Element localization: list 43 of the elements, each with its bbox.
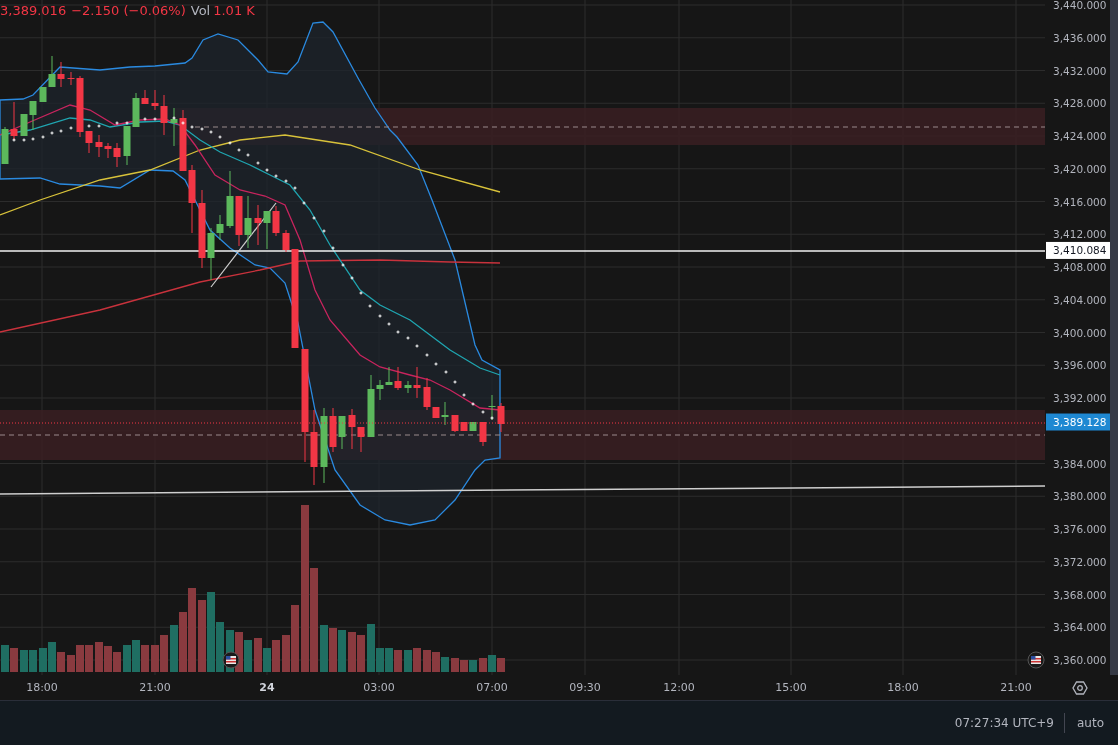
price-label: 3,396.000 xyxy=(1053,359,1107,372)
settings-icon[interactable] xyxy=(1072,679,1088,696)
time-label: 18:00 xyxy=(887,681,919,694)
price-label: 3,400.000 xyxy=(1053,326,1107,339)
time-label: 09:30 xyxy=(569,681,601,694)
price-tag: 3,389.128 xyxy=(1046,413,1110,431)
price-label: 3,416.000 xyxy=(1053,195,1107,208)
price-label: 3,380.000 xyxy=(1053,490,1107,503)
price-label: 3,436.000 xyxy=(1053,31,1107,44)
price-label: 3,364.000 xyxy=(1053,621,1107,634)
price-label: 3,440.000 xyxy=(1053,0,1107,11)
price-label: 3,372.000 xyxy=(1053,555,1107,568)
time-label: 21:00 xyxy=(139,681,171,694)
volume-value: 1.01 K xyxy=(213,3,255,18)
price-label: 3,428.000 xyxy=(1053,97,1107,110)
price-label: 3,412.000 xyxy=(1053,228,1107,241)
time-label: 24 xyxy=(259,681,275,694)
time-label: 07:00 xyxy=(476,681,508,694)
time-label: 15:00 xyxy=(775,681,807,694)
price-label: 3,376.000 xyxy=(1053,523,1107,535)
time-label: 03:00 xyxy=(363,681,395,694)
clock-text: 07:27:34 UTC+9 xyxy=(954,716,1054,730)
time-label: 18:00 xyxy=(26,681,58,694)
flag-icon[interactable] xyxy=(222,651,240,669)
price-label: 3,420.000 xyxy=(1053,162,1107,175)
scrollbar[interactable] xyxy=(1110,0,1118,675)
price-label: 3,392.000 xyxy=(1053,392,1107,404)
price-label: 3,432.000 xyxy=(1053,64,1107,77)
candle xyxy=(479,422,487,446)
flag-icon[interactable] xyxy=(1027,651,1045,669)
price-label: 3,404.000 xyxy=(1053,293,1107,306)
volume-label: Vol xyxy=(190,3,211,18)
price-label: 3,368.000 xyxy=(1053,588,1107,601)
price-label: 3,424.000 xyxy=(1053,130,1107,142)
time-label: 12:00 xyxy=(663,681,695,694)
scale-button[interactable]: auto xyxy=(1075,714,1106,732)
price-change: −2.150 (−0.06%) xyxy=(71,3,186,18)
price-label: 3,408.000 xyxy=(1053,261,1107,273)
time-label: 21:00 xyxy=(1000,681,1032,694)
price-label: 3,384.000 xyxy=(1053,457,1107,470)
price-label: 3,360.000 xyxy=(1053,654,1107,666)
last-price: 3,389.016 xyxy=(0,3,67,18)
price-tag: 3,410.084 xyxy=(1046,241,1110,259)
